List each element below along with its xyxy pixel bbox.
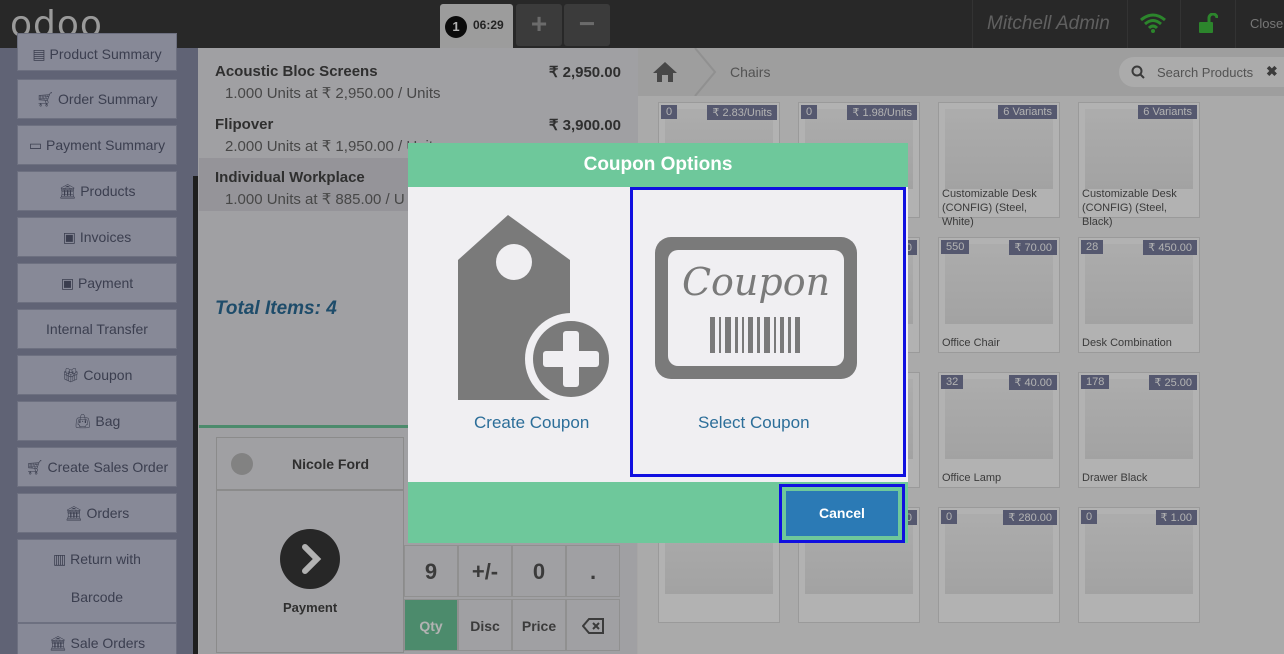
cancel-button[interactable]: Cancel xyxy=(786,491,898,536)
create-coupon-label: Create Coupon xyxy=(474,413,590,432)
create-coupon-option[interactable]: Create Coupon xyxy=(412,190,628,474)
select-coupon-highlight xyxy=(630,187,906,477)
dialog-title: Coupon Options xyxy=(408,143,908,187)
tag-plus-icon xyxy=(458,215,614,405)
